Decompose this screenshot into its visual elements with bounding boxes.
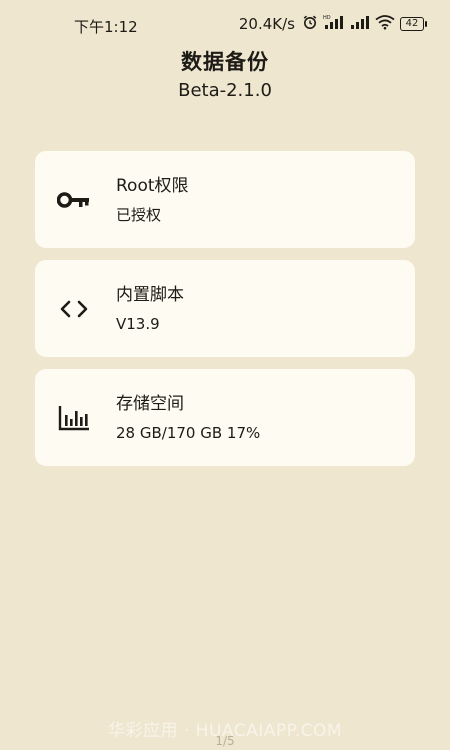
card-subtitle: V13.9: [116, 315, 160, 333]
card-title: 存储空间: [116, 394, 184, 414]
bar-chart-icon: [57, 402, 91, 434]
app-title: 数据备份: [181, 50, 269, 74]
app-version: Beta-2.1.0: [178, 80, 272, 101]
signal-icon: [350, 14, 370, 34]
wifi-icon: [375, 14, 395, 34]
app-header: 数据备份 Beta-2.1.0: [0, 48, 450, 104]
key-icon: [57, 184, 91, 216]
info-cards: Root权限 已授权 内置脚本 V13.9 存储空间 28 GB/170 GB …: [35, 151, 415, 478]
storage-card[interactable]: 存储空间 28 GB/170 GB 17%: [35, 369, 415, 466]
card-title: 内置脚本: [116, 285, 184, 305]
status-time: 下午1:12: [74, 18, 138, 36]
card-title: Root权限: [116, 176, 189, 196]
code-icon: [57, 293, 91, 325]
page-indicator: 1/5: [215, 734, 235, 748]
status-bar: 下午1:12 20.4K/s HD 42: [0, 0, 450, 50]
hd-signal-icon: HD: [323, 14, 345, 34]
svg-text:HD: HD: [323, 15, 331, 21]
builtin-script-card[interactable]: 内置脚本 V13.9: [35, 260, 415, 357]
root-permission-card[interactable]: Root权限 已授权: [35, 151, 415, 248]
status-icons: 20.4K/s HD 42: [238, 14, 427, 34]
alarm-icon: [302, 14, 318, 34]
network-speed: 20.4K/s: [238, 15, 295, 33]
card-subtitle: 28 GB/170 GB 17%: [116, 424, 261, 442]
battery-icon: 42: [400, 17, 427, 31]
card-subtitle: 已授权: [116, 206, 162, 224]
